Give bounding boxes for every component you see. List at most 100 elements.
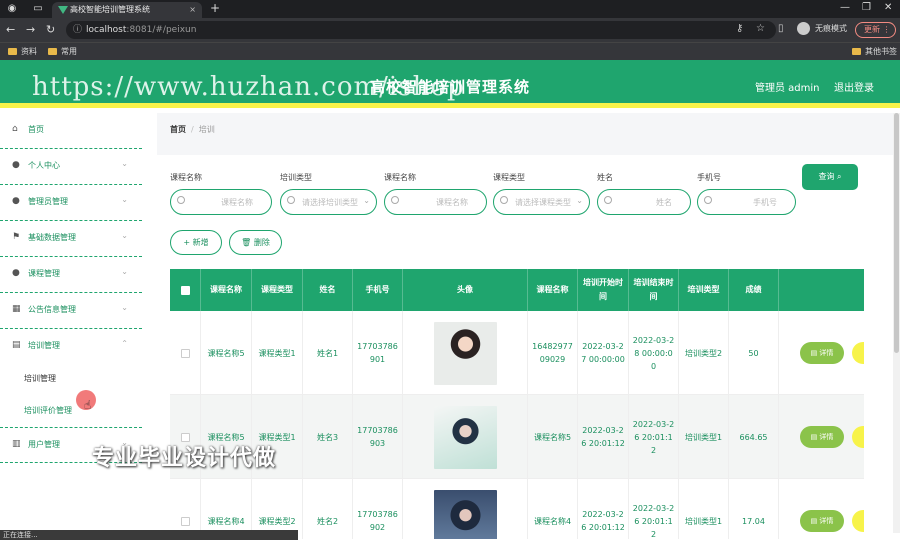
row-check-cell — [170, 311, 201, 395]
sidebar-item-profile[interactable]: ● 个人中心 ⌄ — [0, 149, 142, 185]
col-course-type[interactable]: 课程类型 — [252, 269, 303, 311]
incognito-avatar[interactable] — [797, 22, 810, 35]
sidebar-item-basic-data[interactable]: ⚑ 基础数据管理 ⌄ — [0, 221, 142, 257]
maximize-icon[interactable]: ❐ — [862, 2, 871, 13]
reload-icon[interactable]: ↻ — [46, 23, 55, 36]
training-type-select[interactable]: 请选择培训类型 ⌄ — [280, 189, 377, 215]
phone-input[interactable]: 手机号 — [697, 189, 796, 215]
sidebar-item-label: 课程管理 — [28, 269, 60, 278]
sidepanel-icon[interactable]: ▯ — [778, 23, 784, 34]
table-row: 课程名称5 课程类型1 姓名1 17703786901 164829770902… — [170, 311, 864, 395]
bookmark-folder-1[interactable]: 资料 — [8, 46, 37, 57]
cell-score: 50 — [729, 311, 779, 395]
row-checkbox[interactable] — [180, 348, 190, 358]
detail-button[interactable]: ▤ 详情 — [800, 342, 844, 364]
col-score[interactable]: 成绩 — [729, 269, 779, 311]
breadcrumb-home[interactable]: 首页 — [170, 125, 186, 134]
cell-training-type: 培训类型2 — [679, 311, 729, 395]
tab-list-icon[interactable]: ▭ — [32, 3, 44, 15]
query-button[interactable]: 查询 ⌕ — [802, 164, 858, 190]
browser-status-bar: 正在连接... — [0, 530, 298, 540]
input-placeholder: 手机号 — [753, 198, 777, 207]
col-start-time[interactable]: 培训开始时间 — [578, 269, 629, 311]
table-icon: ▥ — [12, 439, 21, 449]
scrollbar-thumb[interactable] — [894, 113, 899, 353]
col-name[interactable]: 姓名 — [303, 269, 353, 311]
col-course-name-2[interactable]: 课程名称 — [528, 269, 578, 311]
sidebar-item-label: 首页 — [28, 125, 44, 134]
folder-icon — [8, 48, 17, 55]
watermark-url: https://www.huzhan.com/ishop — [32, 72, 465, 102]
detail-button[interactable]: ▤ 详情 — [800, 426, 844, 448]
select-all-checkbox[interactable] — [180, 285, 190, 295]
folder-icon — [48, 48, 57, 55]
logout-link[interactable]: 退出登录 — [834, 79, 874, 94]
minimize-icon[interactable]: — — [840, 2, 850, 13]
cell-name: 姓名2 — [303, 479, 353, 539]
back-icon[interactable]: ← — [6, 23, 15, 36]
vue-logo-icon — [58, 6, 68, 14]
browser-tab[interactable]: 高校智能培训管理系统 × — [52, 2, 202, 18]
forward-icon[interactable]: → — [26, 23, 35, 36]
bookmark-folder-2[interactable]: 常用 — [48, 46, 77, 57]
row-checkbox[interactable] — [180, 516, 190, 526]
table-header: 课程名称 课程类型 姓名 手机号 头像 课程名称 培训开始时间 培训结束时间 培… — [170, 269, 864, 311]
chrome-icon[interactable]: ◉ — [6, 3, 18, 15]
col-training-type[interactable]: 培训类型 — [679, 269, 729, 311]
other-bookmarks[interactable]: 其他书签 — [852, 46, 897, 57]
col-course-name[interactable]: 课程名称 — [201, 269, 252, 311]
col-end-time[interactable]: 培训结束时间 — [629, 269, 679, 311]
training-table: 课程名称 课程类型 姓名 手机号 头像 课程名称 培训开始时间 培训结束时间 培… — [170, 269, 864, 539]
chevron-down-icon: ⌄ — [363, 196, 370, 205]
browser-tab-bar: ◉ ▭ 高校智能培训管理系统 × + — ❐ ✕ — [0, 0, 900, 18]
filter-label-course-name: 课程名称 — [170, 173, 202, 182]
admin-label: 管理员 admin — [755, 83, 820, 94]
close-window-icon[interactable]: ✕ — [884, 2, 892, 13]
add-button[interactable]: + 新增 — [170, 230, 222, 255]
course-name-input[interactable]: 课程名称 — [170, 189, 272, 215]
star-icon[interactable]: ☆ — [756, 23, 765, 34]
avatar[interactable] — [433, 489, 497, 539]
trash-icon: 🗑 — [241, 238, 252, 247]
sidebar-item-home[interactable]: ⌂ 首页 — [0, 113, 142, 149]
grid-icon: ▦ — [12, 304, 21, 314]
sidebar-item-course[interactable]: ● 课程管理 ⌄ — [0, 257, 142, 293]
update-button[interactable]: 更新 ⋮ — [855, 22, 896, 38]
search-icon — [500, 196, 508, 204]
url-field[interactable]: ⓘ localhost:8081/#/peixun — [66, 21, 776, 39]
sidebar-item-training[interactable]: ▤ 培训管理 ⌃ — [0, 329, 142, 365]
cell-actions: ▤ 详情 — [779, 479, 864, 539]
avatar[interactable] — [433, 405, 497, 469]
key-icon[interactable]: ⚷ — [736, 23, 743, 34]
sub-item-training-review[interactable]: 培训评价管理 — [24, 405, 72, 416]
delete-button[interactable]: 🗑 删除 — [229, 230, 282, 255]
cell-phone: 17703786901 — [353, 311, 403, 395]
breadcrumb-separator: / — [191, 125, 194, 134]
select-placeholder: 请选择培训类型 — [302, 198, 358, 207]
course-name-input-2[interactable]: 课程名称 — [384, 189, 487, 215]
name-input[interactable]: 姓名 — [597, 189, 691, 215]
detail-button[interactable]: ▤ 详情 — [800, 510, 844, 532]
sidebar-item-label: 个人中心 — [28, 161, 60, 170]
breadcrumb-current: 培训 — [198, 125, 215, 134]
profile-label[interactable]: 无痕模式 — [815, 23, 847, 34]
page-scrollbar[interactable] — [893, 113, 900, 533]
cell-score: 17.04 — [729, 479, 779, 539]
new-tab-icon[interactable]: + — [210, 1, 220, 15]
sidebar-item-admin[interactable]: ● 管理员管理 ⌄ — [0, 185, 142, 221]
tab-close-icon[interactable]: × — [189, 2, 196, 18]
avatar[interactable] — [433, 321, 497, 385]
sub-item-training[interactable]: 培训管理 — [24, 373, 56, 384]
breadcrumb: 首页 / 培训 — [170, 124, 215, 135]
col-actions — [779, 269, 864, 311]
cell-end-time: 2022-03-26 20:01:12 — [629, 395, 679, 479]
cell-name: 姓名1 — [303, 311, 353, 395]
course-type-select[interactable]: 请选择课程类型 ⌄ — [493, 189, 590, 215]
site-info-icon[interactable]: ⓘ — [73, 21, 82, 39]
bulb-icon: ● — [12, 196, 20, 206]
sidebar-item-notice[interactable]: ▦ 公告信息管理 ⌄ — [0, 293, 142, 329]
home-icon: ⌂ — [12, 124, 18, 134]
chevron-down-icon: ⌄ — [576, 196, 583, 205]
cell-course-name: 课程名称5 — [201, 311, 252, 395]
col-phone[interactable]: 手机号 — [353, 269, 403, 311]
